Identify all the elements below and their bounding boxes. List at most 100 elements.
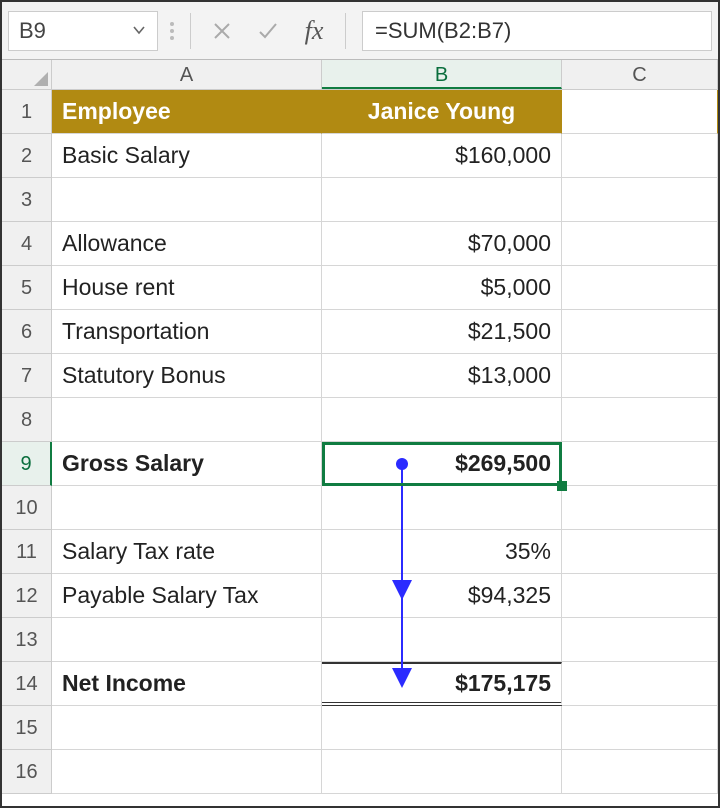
cell-c4[interactable] (562, 222, 718, 266)
formula-text: =SUM(B2:B7) (375, 18, 511, 44)
cell-b5[interactable]: $5,000 (322, 266, 562, 310)
fill-handle[interactable] (557, 481, 567, 491)
table-row: 8 (2, 398, 718, 442)
cell-c5[interactable] (562, 266, 718, 310)
table-row: 4 Allowance $70,000 (2, 222, 718, 266)
table-row: 5 House rent $5,000 (2, 266, 718, 310)
cell-a7[interactable]: Statutory Bonus (52, 354, 322, 398)
column-header-b[interactable]: B (322, 60, 562, 89)
cell-c3[interactable] (562, 178, 718, 222)
grip-icon (170, 22, 174, 40)
table-row: 12 Payable Salary Tax $94,325 (2, 574, 718, 618)
cell-a14[interactable]: Net Income (52, 662, 322, 706)
formula-bar-icon-group: fx (164, 13, 352, 49)
cell-a16[interactable] (52, 750, 322, 794)
table-row: 14 Net Income $175,175 (2, 662, 718, 706)
row-header[interactable]: 1 (2, 90, 52, 134)
column-header-a[interactable]: A (52, 60, 322, 89)
row-header[interactable]: 7 (2, 354, 52, 398)
table-row: 2 Basic Salary $160,000 (2, 134, 718, 178)
row-header[interactable]: 5 (2, 266, 52, 310)
cell-c6[interactable] (562, 310, 718, 354)
row-header[interactable]: 13 (2, 618, 52, 662)
cell-b7[interactable]: $13,000 (322, 354, 562, 398)
cell-b9[interactable]: $269,500 (322, 442, 562, 486)
row-header[interactable]: 6 (2, 310, 52, 354)
cell-a5[interactable]: House rent (52, 266, 322, 310)
cell-b10[interactable] (322, 486, 562, 530)
row-header[interactable]: 10 (2, 486, 52, 530)
name-box[interactable]: B9 (8, 11, 158, 51)
chevron-down-icon[interactable] (131, 18, 147, 44)
column-header-row: A B C (2, 60, 718, 90)
cell-b16[interactable] (322, 750, 562, 794)
cell-c1[interactable] (562, 90, 718, 134)
cell-a11[interactable]: Salary Tax rate (52, 530, 322, 574)
cell-a13[interactable] (52, 618, 322, 662)
row-header[interactable]: 12 (2, 574, 52, 618)
cell-c13[interactable] (562, 618, 718, 662)
table-row: 13 (2, 618, 718, 662)
fx-icon[interactable]: fx (299, 16, 329, 46)
cell-a3[interactable] (52, 178, 322, 222)
cell-b15[interactable] (322, 706, 562, 750)
cell-a15[interactable] (52, 706, 322, 750)
cell-a8[interactable] (52, 398, 322, 442)
table-row: 16 (2, 750, 718, 794)
cell-a6[interactable]: Transportation (52, 310, 322, 354)
name-box-value: B9 (19, 18, 46, 44)
cell-b14[interactable]: $175,175 (322, 662, 562, 706)
column-header-c[interactable]: C (562, 60, 718, 89)
table-row: 15 (2, 706, 718, 750)
cell-c15[interactable] (562, 706, 718, 750)
row-header[interactable]: 14 (2, 662, 52, 706)
row-header[interactable]: 2 (2, 134, 52, 178)
row-header[interactable]: 9 (2, 442, 52, 486)
confirm-icon[interactable] (253, 16, 283, 46)
cell-c11[interactable] (562, 530, 718, 574)
grid: 1 Employee Janice Young 2 Basic Salary $… (2, 90, 718, 794)
cell-c14[interactable] (562, 662, 718, 706)
cell-a2[interactable]: Basic Salary (52, 134, 322, 178)
cell-a12[interactable]: Payable Salary Tax (52, 574, 322, 618)
table-row: 3 (2, 178, 718, 222)
cell-b1[interactable]: Janice Young (322, 90, 562, 134)
cell-b6[interactable]: $21,500 (322, 310, 562, 354)
cell-b12[interactable]: $94,325 (322, 574, 562, 618)
row-header[interactable]: 4 (2, 222, 52, 266)
cell-c2[interactable] (562, 134, 718, 178)
cell-a4[interactable]: Allowance (52, 222, 322, 266)
table-row: 9 Gross Salary $269,500 (2, 442, 718, 486)
formula-input[interactable]: =SUM(B2:B7) (362, 11, 712, 51)
cell-b3[interactable] (322, 178, 562, 222)
cell-b11[interactable]: 35% (322, 530, 562, 574)
row-header[interactable]: 16 (2, 750, 52, 794)
cell-c9[interactable] (562, 442, 718, 486)
cell-c10[interactable] (562, 486, 718, 530)
select-all-corner[interactable] (2, 60, 52, 89)
cell-b2[interactable]: $160,000 (322, 134, 562, 178)
cell-c7[interactable] (562, 354, 718, 398)
table-row: 1 Employee Janice Young (2, 90, 718, 134)
cancel-icon[interactable] (207, 16, 237, 46)
row-header[interactable]: 15 (2, 706, 52, 750)
cell-b4[interactable]: $70,000 (322, 222, 562, 266)
cell-b8[interactable] (322, 398, 562, 442)
table-row: 11 Salary Tax rate 35% (2, 530, 718, 574)
row-header[interactable]: 11 (2, 530, 52, 574)
table-row: 6 Transportation $21,500 (2, 310, 718, 354)
cell-c16[interactable] (562, 750, 718, 794)
row-header[interactable]: 3 (2, 178, 52, 222)
cell-a1[interactable]: Employee (52, 90, 322, 134)
separator (345, 13, 346, 49)
row-header[interactable]: 8 (2, 398, 52, 442)
separator (190, 13, 191, 49)
cell-c12[interactable] (562, 574, 718, 618)
cell-a10[interactable] (52, 486, 322, 530)
formula-bar: B9 fx =SUM(B2:B7) (2, 2, 718, 60)
cell-a9[interactable]: Gross Salary (52, 442, 322, 486)
cell-c8[interactable] (562, 398, 718, 442)
worksheet: A B C 1 Employee Janice Young 2 Basic Sa… (2, 60, 718, 794)
cell-b13[interactable] (322, 618, 562, 662)
table-row: 10 (2, 486, 718, 530)
